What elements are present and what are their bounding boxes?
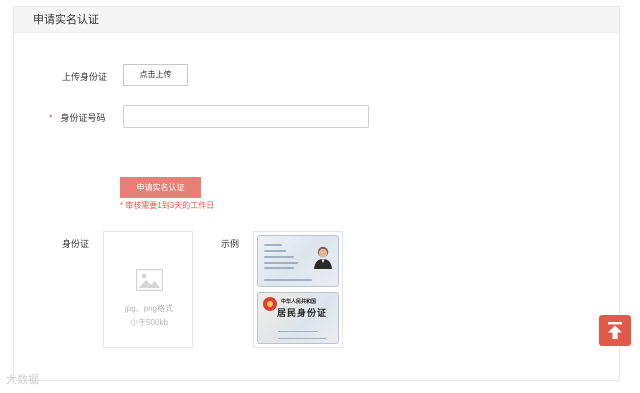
upload-size-hint: 小于500kb	[130, 318, 168, 327]
review-note: * 审核需要1到3天的工作日	[120, 201, 215, 210]
id-number-label: * 身份证号码	[49, 111, 106, 124]
example-label: 示例	[221, 239, 240, 249]
id-number-label-text: 身份证号码	[60, 113, 106, 123]
upload-id-label: 上传身份证	[62, 72, 108, 82]
back-to-top-button[interactable]	[599, 315, 631, 346]
example-images: 中华人民共和国 居民身份证	[253, 231, 343, 348]
panel-title: 申请实名认证	[14, 7, 619, 33]
id-card-back-example: 中华人民共和国 居民身份证	[257, 292, 339, 344]
portrait-photo-icon	[314, 246, 332, 269]
watermark: 大数据	[6, 374, 39, 386]
id-card-upload-box[interactable]: jpg、png格式 小于500kb	[103, 231, 193, 348]
upload-button[interactable]: 点击上传	[123, 64, 188, 86]
arrow-to-top-icon	[608, 322, 622, 339]
national-emblem-icon	[263, 297, 277, 311]
required-mark: *	[49, 113, 53, 123]
card-back-heading: 居民身份证	[277, 309, 328, 319]
id-number-input[interactable]	[123, 105, 369, 128]
verification-panel: 申请实名认证 上传身份证 点击上传 * 身份证号码 申请实名认证 * 审核需要1到…	[13, 6, 620, 381]
upload-format-hint: jpg、png格式	[124, 304, 174, 313]
apply-verification-button[interactable]: 申请实名认证	[120, 177, 201, 198]
card-back-title: 中华人民共和国	[281, 299, 317, 305]
image-placeholder-icon	[136, 269, 163, 291]
id-card-label: 身份证	[62, 239, 90, 249]
id-card-front-example	[257, 235, 339, 287]
